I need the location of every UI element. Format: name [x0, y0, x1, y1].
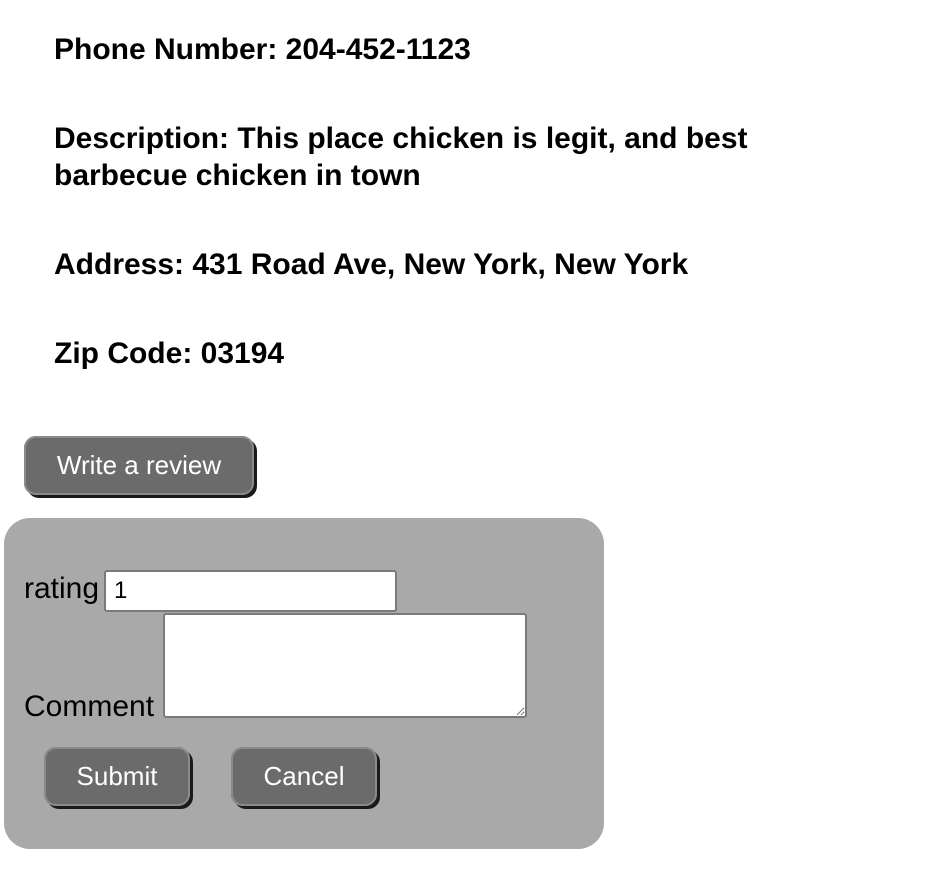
zip-code: Zip Code: 03194 — [54, 337, 285, 370]
address: Address: 431 Road Ave, New York, New Yor… — [54, 248, 689, 281]
description: Description: This place chicken is legit… — [54, 122, 748, 192]
cancel-button[interactable]: Cancel — [231, 747, 377, 806]
review-form: rating Comment Submit Cancel — [4, 518, 604, 849]
write-review-button[interactable]: Write a review — [24, 436, 254, 495]
submit-button[interactable]: Submit — [44, 747, 190, 806]
rating-input[interactable] — [104, 570, 397, 612]
comment-textarea[interactable] — [163, 613, 527, 718]
phone-number: Phone Number: 204-452-1123 — [54, 33, 471, 66]
rating-label: rating — [24, 572, 100, 605]
comment-label: Comment — [24, 690, 155, 723]
